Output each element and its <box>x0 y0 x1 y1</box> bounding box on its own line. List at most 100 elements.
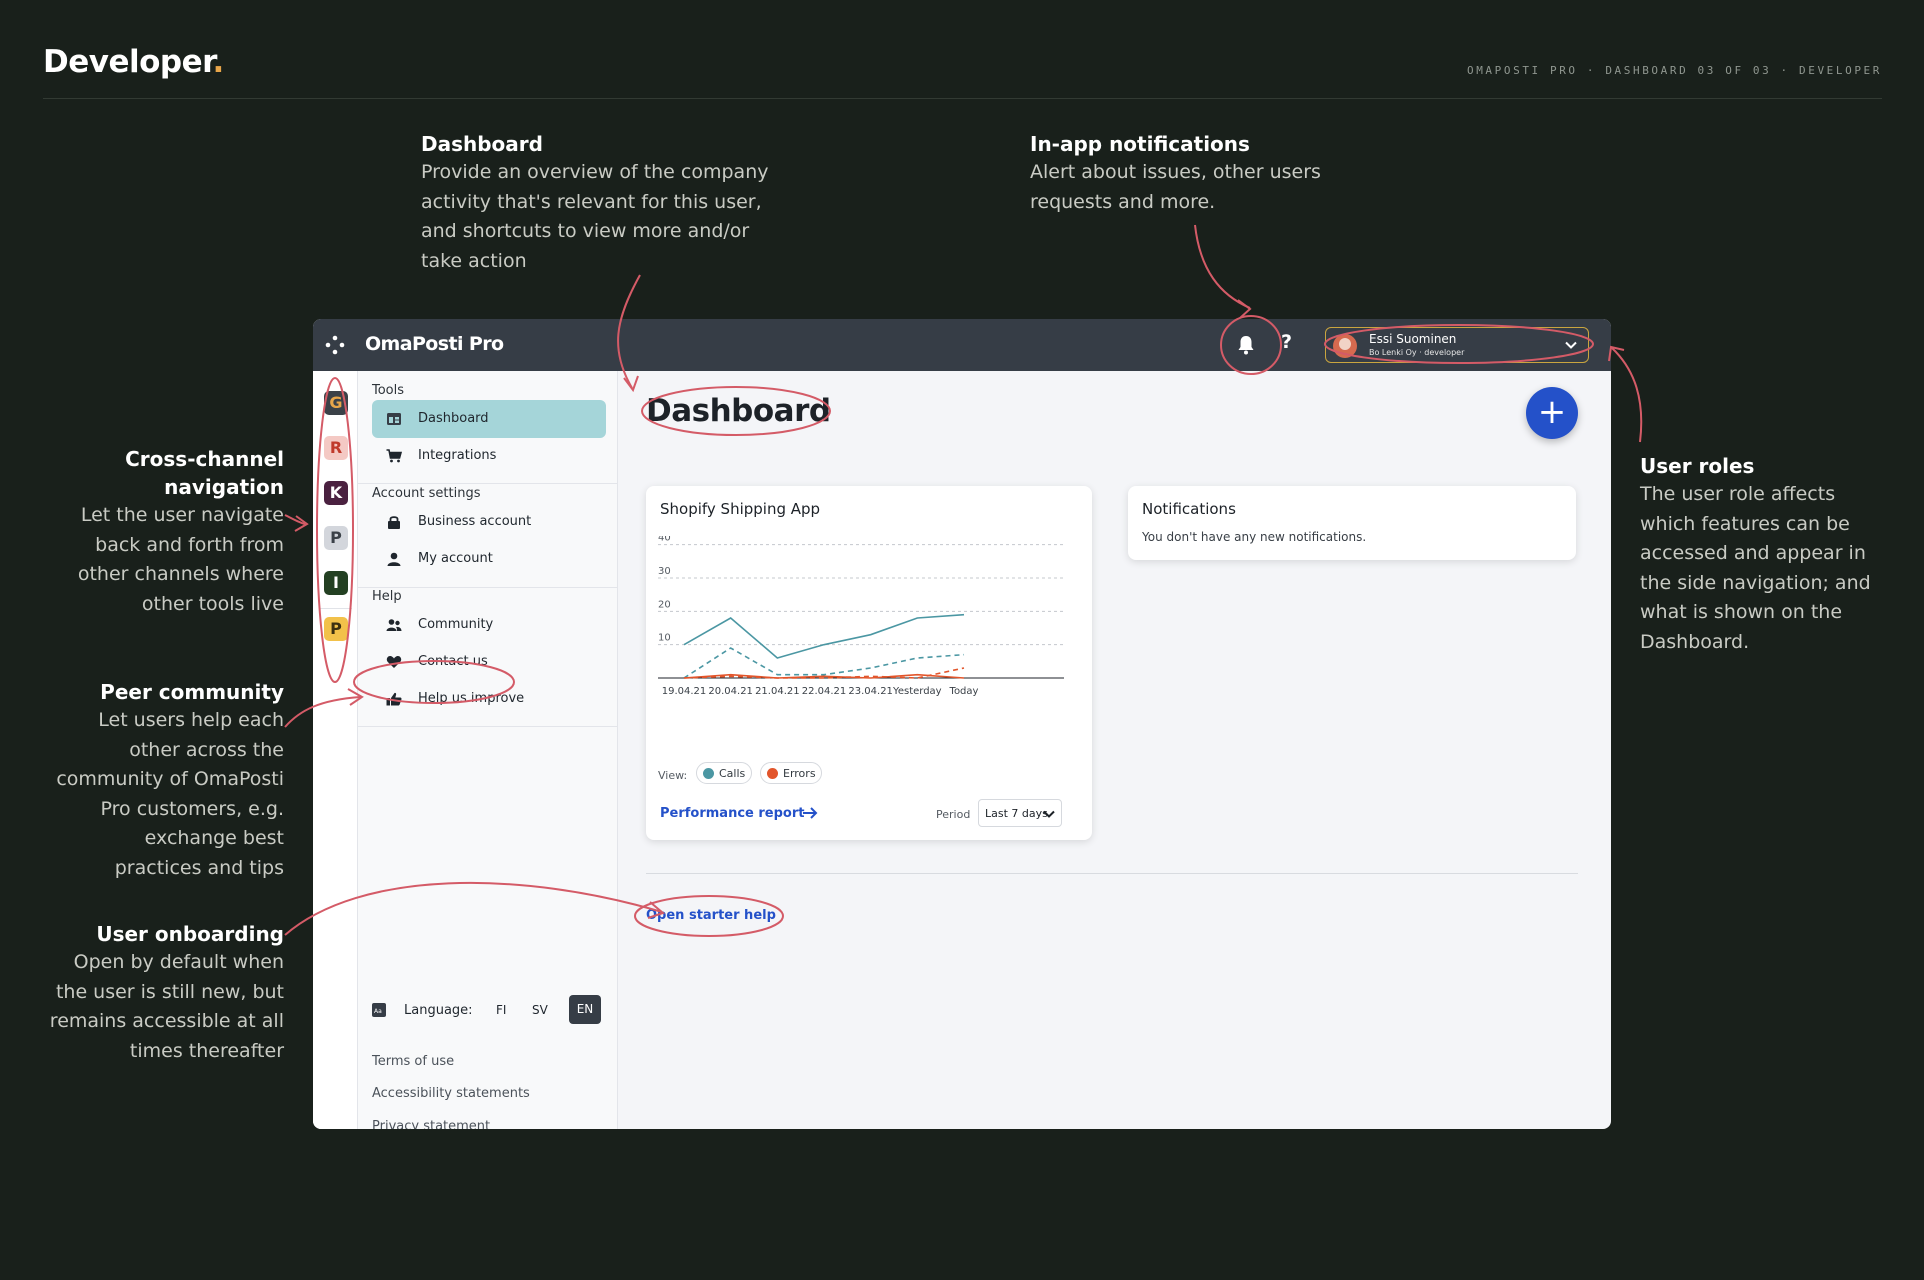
card-title: Notifications <box>1142 500 1236 518</box>
note-line: and shortcuts to view more and/or <box>421 220 750 242</box>
legend-errors-toggle[interactable]: Errors <box>760 762 822 784</box>
brand-dot: . <box>212 44 225 80</box>
sidebar-item-help-us-improve[interactable]: Help us improve <box>372 680 606 718</box>
language-icon: Aa <box>372 1003 386 1017</box>
person-icon <box>387 552 401 566</box>
sidebar-divider <box>358 726 618 727</box>
note-title: Cross-channel <box>125 447 284 471</box>
channel-g[interactable]: G <box>324 391 348 415</box>
language-selector: Aa Language: FI SV EN <box>372 995 612 1027</box>
note-line: Pro customers, e.g. <box>100 797 284 820</box>
note-line: The user role affects <box>1640 483 1836 505</box>
note-line: requests and more. <box>1030 190 1216 213</box>
note-line: Let the user navigate <box>80 504 284 526</box>
note-peer-community: Peer community Let users help each other… <box>56 678 284 883</box>
language-option-en[interactable]: EN <box>569 995 601 1024</box>
x-tick-label: Yesterday <box>892 686 942 697</box>
arrow-right-icon <box>803 807 818 819</box>
x-tick-label: 19.04.21 <box>662 686 707 697</box>
line-chart: 10 20 30 40 19.04.21 20.04.21 21.04.21 22.04.21… <box>658 536 1064 697</box>
link-label: Performance report <box>660 806 805 821</box>
period-label: Period <box>936 808 971 821</box>
lock-icon <box>388 516 400 529</box>
dashboard-icon <box>387 413 401 425</box>
y-tick-label: 10 <box>658 633 671 644</box>
note-line: take action <box>421 249 527 272</box>
section-title-tools: Tools <box>372 383 405 398</box>
sidebar-item-integrations[interactable]: Integrations <box>372 437 606 475</box>
section-title-help: Help <box>372 589 402 604</box>
shopify-card: Shopify Shipping App 10 20 30 40 19.04.21 20.… <box>646 486 1092 840</box>
note-title: Peer community <box>100 680 284 704</box>
note-line: practices and tips <box>114 856 284 879</box>
channel-i[interactable]: I <box>324 571 348 595</box>
app-window: OmaPosti Pro ? Essi Suominen Bo Lenki Oy… <box>313 319 1611 1129</box>
channel-r[interactable]: R <box>324 436 348 460</box>
note-line: which features can be <box>1640 512 1850 535</box>
sidebar-item-dashboard[interactable]: Dashboard <box>372 400 606 438</box>
note-line: Open by default when <box>73 951 284 973</box>
brand-text: Developer <box>43 44 213 80</box>
note-title: Dashboard <box>421 132 543 156</box>
note-user-roles: User roles The user role affects which f… <box>1640 452 1871 657</box>
period-value: Last 7 days <box>985 807 1048 820</box>
performance-report-link[interactable]: Performance report <box>660 806 818 821</box>
channel-p-pro[interactable]: P <box>324 617 348 641</box>
x-tick-label: Today <box>949 686 979 697</box>
open-starter-help-link[interactable]: Open starter help <box>646 908 776 923</box>
heart-icon <box>386 655 402 668</box>
add-button[interactable]: + <box>1526 387 1578 439</box>
y-tick-label: 20 <box>658 599 671 610</box>
y-tick-label: 30 <box>658 566 671 577</box>
language-option-sv[interactable]: SV <box>532 1003 548 1017</box>
user-menu[interactable]: Essi Suominen Bo Lenki Oy · developer <box>1325 327 1589 363</box>
sidebar-item-label: Business account <box>418 514 532 529</box>
page-meta: OMAPOSTI PRO · DASHBOARD 03 OF 03 · DEVE… <box>1466 64 1882 77</box>
help-icon[interactable]: ? <box>1281 331 1292 353</box>
note-line: exchange best <box>144 827 284 849</box>
note-line: other tools live <box>141 592 284 615</box>
language-option-fi[interactable]: FI <box>496 1003 506 1017</box>
note-line: what is shown on the <box>1640 601 1843 623</box>
arrow-head <box>1608 345 1625 362</box>
note-title: User onboarding <box>96 922 284 946</box>
privacy-link[interactable]: Privacy statement <box>372 1119 490 1129</box>
sidebar-item-business-account[interactable]: Business account <box>372 503 606 541</box>
legend-calls-toggle[interactable]: Calls <box>696 762 752 784</box>
sidebar-divider <box>358 587 618 588</box>
y-tick-label: 40 <box>658 536 671 544</box>
note-title: In-app notifications <box>1030 132 1250 156</box>
connector-line <box>1194 224 1251 309</box>
note-line: times thereafter <box>129 1039 284 1062</box>
sidebar-item-label: Dashboard <box>418 411 489 426</box>
svg-text:Aa: Aa <box>374 1008 382 1015</box>
note-line: activity that's relevant for this user, <box>421 190 762 213</box>
note-line: Dashboard. <box>1640 630 1750 653</box>
channel-k[interactable]: K <box>324 481 348 505</box>
x-tick-label: 22.04.21 <box>802 686 847 697</box>
series-line <box>683 647 965 679</box>
user-name: Essi Suominen <box>1369 332 1457 346</box>
errors-dot <box>767 768 778 779</box>
bell-icon[interactable] <box>1236 334 1256 356</box>
note-cross-channel: Cross-channel navigation Let the user na… <box>78 445 284 619</box>
channel-p[interactable]: P <box>324 526 348 550</box>
sidebar-item-community[interactable]: Community <box>372 606 606 644</box>
rail-divider <box>320 608 352 609</box>
legend-view-label: View: <box>658 769 688 782</box>
sidebar-item-label: Contact us <box>418 654 488 669</box>
note-user-onboarding: User onboarding Open by default when the… <box>50 920 284 1066</box>
note-title: User roles <box>1640 454 1755 478</box>
sidebar: Tools Dashboard Integrations Account set… <box>358 371 618 1129</box>
arrow-head <box>294 515 309 532</box>
terms-of-use-link[interactable]: Terms of use <box>372 1054 454 1069</box>
sidebar-item-my-account[interactable]: My account <box>372 540 606 578</box>
app-name: OmaPosti Pro <box>365 333 504 355</box>
sidebar-item-contact-us[interactable]: Contact us <box>372 643 606 681</box>
period-select[interactable]: Last 7 days <box>978 799 1062 827</box>
legend-label: Errors <box>783 767 816 780</box>
card-title: Shopify Shipping App <box>660 500 821 518</box>
notifications-card: Notifications You don't have any new not… <box>1128 486 1576 560</box>
note-line: accessed and appear in <box>1640 542 1866 564</box>
accessibility-link[interactable]: Accessibility statements <box>372 1086 530 1101</box>
